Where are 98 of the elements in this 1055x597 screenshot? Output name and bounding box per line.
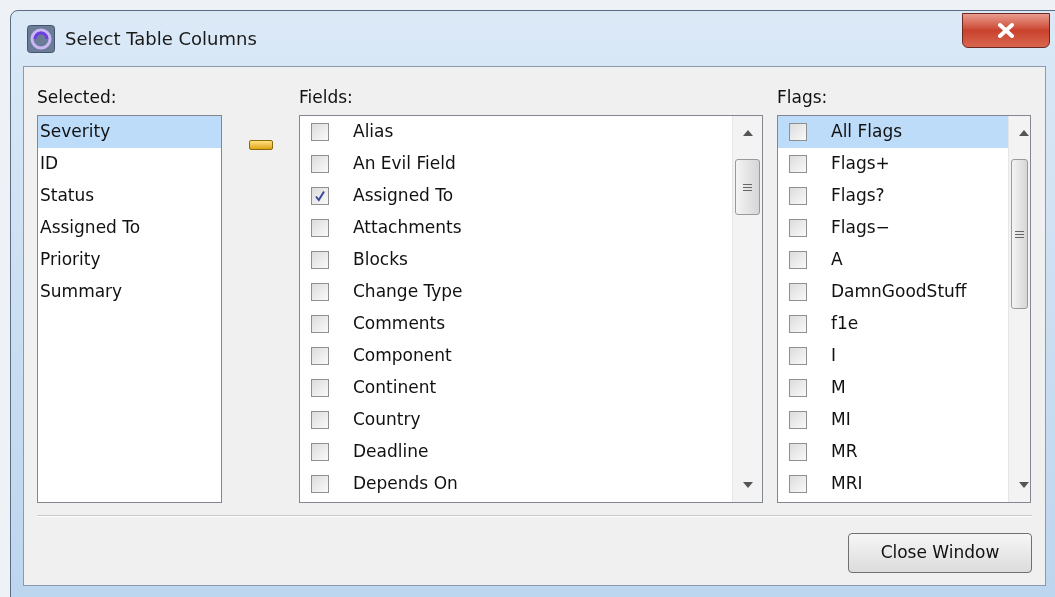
grip-icon	[1015, 229, 1024, 239]
app-logo-icon	[27, 24, 55, 53]
scrollbar[interactable]	[1008, 116, 1030, 502]
item-label: A	[831, 248, 843, 272]
list-item[interactable]: Assigned To	[38, 212, 221, 244]
list-item[interactable]: Continent	[300, 372, 732, 404]
list-item[interactable]: Alias	[300, 116, 732, 148]
list-item[interactable]: MRI	[778, 468, 1008, 500]
item-label: Country	[353, 408, 421, 432]
list-item[interactable]: M	[778, 372, 1008, 404]
item-label: Flags−	[831, 216, 890, 240]
item-label: DamnGoodStuff	[831, 280, 967, 304]
checkbox[interactable]	[789, 123, 807, 141]
list-item[interactable]: An Evil Field	[300, 148, 732, 180]
checkbox[interactable]	[789, 251, 807, 269]
checkmark-icon	[314, 190, 326, 202]
item-label: Blocks	[353, 248, 408, 272]
close-button[interactable]	[962, 13, 1050, 48]
checkbox[interactable]	[789, 155, 807, 173]
item-label: Flags?	[831, 184, 885, 208]
list-item[interactable]: A	[778, 244, 1008, 276]
list-item[interactable]: Assigned To	[300, 180, 732, 212]
close-icon	[997, 23, 1015, 38]
checkbox[interactable]	[789, 219, 807, 237]
column-heading: Fields:	[299, 86, 354, 109]
item-label: MI	[831, 408, 851, 432]
list-item[interactable]: Component	[300, 340, 732, 372]
checkbox[interactable]	[311, 283, 329, 301]
list-item[interactable]: DamnGoodStuff	[778, 276, 1008, 308]
scroll-up-icon[interactable]	[1019, 130, 1029, 136]
item-label: Comments	[353, 312, 446, 336]
scroll-up-icon[interactable]	[743, 130, 753, 136]
list-item[interactable]: Flags+	[778, 148, 1008, 180]
list-item[interactable]: Comments	[300, 308, 732, 340]
list-item[interactable]: Severity	[38, 116, 221, 148]
checkbox[interactable]	[311, 155, 329, 173]
scroll-down-icon[interactable]	[1019, 482, 1029, 488]
list-item[interactable]: Summary	[38, 276, 221, 308]
item-label: Depends On	[353, 472, 458, 496]
item-label: Deadline	[353, 440, 429, 464]
list-item[interactable]: ID	[38, 148, 221, 180]
checkbox[interactable]	[311, 475, 329, 493]
column-heading: Selected:	[37, 86, 118, 109]
item-label: Flags+	[831, 152, 890, 176]
scroll-thumb[interactable]	[1011, 159, 1028, 309]
item-label: Attachments	[353, 216, 462, 240]
checkbox[interactable]	[311, 187, 329, 205]
list-item[interactable]: Country	[300, 404, 732, 436]
list-item[interactable]: Status	[38, 180, 221, 212]
list-item[interactable]: f1e	[778, 308, 1008, 340]
checkbox[interactable]	[311, 123, 329, 141]
list-item[interactable]: Flags−	[778, 212, 1008, 244]
list-item[interactable]: All Flags	[778, 116, 1008, 148]
item-label: An Evil Field	[353, 152, 456, 176]
checkbox[interactable]	[311, 347, 329, 365]
checkbox[interactable]	[789, 347, 807, 365]
item-label: Change Type	[353, 280, 463, 304]
list-item[interactable]: Deadline	[300, 436, 732, 468]
checkbox[interactable]	[789, 283, 807, 301]
item-label: All Flags	[831, 120, 903, 144]
checkbox[interactable]	[789, 315, 807, 333]
close-window-button[interactable]: Close Window	[848, 533, 1032, 573]
grip-icon	[743, 182, 752, 192]
list-item[interactable]: I	[778, 340, 1008, 372]
checkbox[interactable]	[311, 443, 329, 461]
item-label: Component	[353, 344, 452, 368]
list-item[interactable]: MR	[778, 436, 1008, 468]
checkbox[interactable]	[311, 315, 329, 333]
scrollbar[interactable]	[732, 116, 762, 502]
list-item[interactable]: Priority	[38, 244, 221, 276]
item-label: I	[831, 344, 836, 368]
remove-button[interactable]	[248, 140, 273, 150]
item-label: MR	[831, 440, 858, 464]
list-item[interactable]: Attachments	[300, 212, 732, 244]
checkbox[interactable]	[311, 219, 329, 237]
item-label: MRI	[831, 472, 863, 496]
checkbox[interactable]	[789, 475, 807, 493]
checkbox[interactable]	[789, 411, 807, 429]
checkbox[interactable]	[311, 251, 329, 269]
list-item[interactable]: MI	[778, 404, 1008, 436]
checkbox[interactable]	[789, 379, 807, 397]
item-label: M	[831, 376, 846, 400]
list-item[interactable]: Depends On	[300, 468, 732, 500]
list-item[interactable]: Change Type	[300, 276, 732, 308]
scroll-down-icon[interactable]	[743, 482, 753, 488]
checkbox[interactable]	[311, 379, 329, 397]
checkbox[interactable]	[789, 443, 807, 461]
list-item[interactable]: Flags?	[778, 180, 1008, 212]
column-heading: Flags:	[777, 86, 829, 109]
list-item[interactable]: Blocks	[300, 244, 732, 276]
checkbox[interactable]	[311, 411, 329, 429]
checkbox[interactable]	[789, 187, 807, 205]
window-title: Select Table Columns	[65, 27, 257, 51]
scroll-thumb[interactable]	[735, 159, 760, 215]
item-label: Assigned To	[353, 184, 454, 208]
item-label: Alias	[353, 120, 394, 144]
item-label: Continent	[353, 376, 437, 400]
item-label: f1e	[831, 312, 859, 336]
